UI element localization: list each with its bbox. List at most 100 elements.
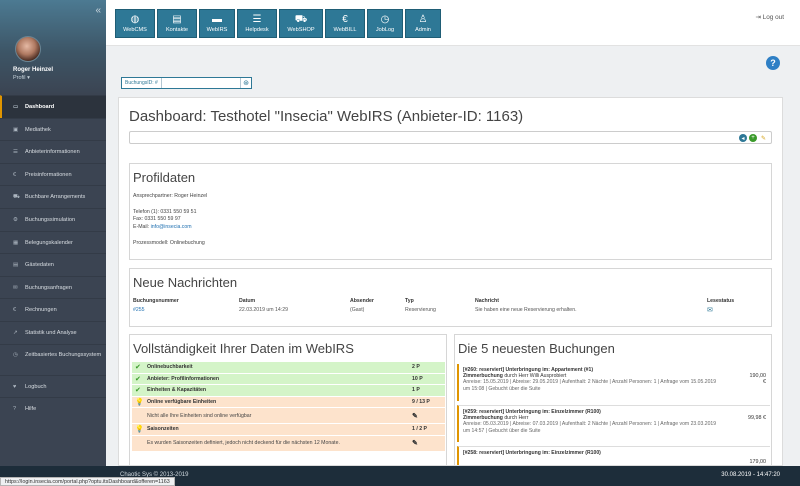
table-icon: ▤ <box>13 262 19 269</box>
bookings-title: Die 5 neuesten Buchungen <box>458 341 615 356</box>
list-item-value: 10 P <box>412 375 423 382</box>
user-icon: ♙ <box>418 13 428 25</box>
check-icon: ✔ <box>135 375 141 383</box>
sidebar-item-label: Buchbare Arrangements <box>25 194 86 201</box>
dashboard-main: Dashboard: Testhotel "Insecia" WebIRS (A… <box>118 97 783 466</box>
caret-down-icon: ▾ <box>27 75 30 81</box>
sidebar-item-anbieterinformationen[interactable]: ☰ Anbieterinformationen <box>0 140 106 163</box>
module-webcms-button[interactable]: ◍ WebCMS <box>115 9 155 38</box>
logout-link[interactable]: ⇥ Log out <box>756 13 784 21</box>
profile-email-link[interactable]: info@insecia.com <box>151 224 192 230</box>
module-admin-button[interactable]: ♙ Admin <box>405 9 441 38</box>
euro-icon: € <box>13 307 17 314</box>
message-text: Sie haben eine neue Reservierung erhalte… <box>475 307 577 313</box>
profile-label: Profil <box>13 75 26 81</box>
gear-icon: ⚙ <box>13 216 18 223</box>
bed-icon: ▬ <box>212 13 222 25</box>
booking-search-input[interactable] <box>161 78 240 88</box>
table-row[interactable]: #255 22.03.2019 um 14:29 (Gast) Reservie… <box>133 306 770 314</box>
sidebar-header: « Roger Heinzel Profil ▾ <box>0 0 106 95</box>
messages-title: Neue Nachrichten <box>133 275 238 290</box>
list-item-label: Onlinebuchbarkeit <box>147 364 193 371</box>
sidebar-item-buchungssimulation[interactable]: ⚙ Buchungssimulation <box>0 207 106 231</box>
sidebar-item-hilfe[interactable]: ? Hilfe <box>0 397 106 420</box>
search-go-icon[interactable]: ⊛ <box>240 78 251 88</box>
module-webirs-button[interactable]: ▬ WebIRS <box>199 9 235 38</box>
booking-title: [#258: reserviert] Unterbringung im: Ein… <box>463 450 601 456</box>
list-item-value: 1 / 2 P <box>412 426 427 433</box>
booking-price: 99,98 € <box>748 415 766 421</box>
lightbulb-icon: 💡 <box>135 398 144 406</box>
module-label: Kontakte <box>165 26 189 33</box>
cart-icon: ⛟ <box>13 194 20 201</box>
logout-icon: ⇥ <box>755 14 761 21</box>
list-item: ✔ Einheiten & Kapazitäten 1 P <box>132 385 445 397</box>
chat-icon: ✉ <box>13 284 18 291</box>
completeness-panel: Vollständigkeit Ihrer Daten im WebIRS ✔ O… <box>129 334 447 465</box>
sidebar-item-belegungskalender[interactable]: ▦ Belegungskalender <box>0 230 106 254</box>
lightbulb-icon: 💡 <box>135 426 144 434</box>
list-item-note: Nicht alle Ihre Einheiten sind online ve… <box>147 412 252 419</box>
list-item-label: Anbieter: Profilinformationen <box>147 375 220 382</box>
list-item: ✔ Onlinebuchbarkeit 2 P <box>132 362 445 374</box>
edit-icon[interactable]: ✎ <box>759 134 768 142</box>
module-bar: ◍ WebCMS ▤ Kontakte ▬ WebIRS ☰ Helpdesk ⛟ Web… <box>115 9 441 38</box>
check-icon: ✔ <box>135 364 141 372</box>
sidebar-item-mediathek[interactable]: ▣ Mediathek <box>0 117 106 141</box>
pencil-icon[interactable]: ✎ <box>412 412 442 420</box>
booking-item[interactable]: [#258: reserviert] Unterbringung im: Ein… <box>457 446 770 465</box>
sidebar-item-label: Belegungskalender <box>25 239 73 246</box>
sidebar-item-preisinformationen[interactable]: € Preisinformationen <box>0 162 106 186</box>
sidebar-item-label: Mediathek <box>25 126 51 133</box>
sidebar-item-label: Preisinformationen <box>25 171 72 178</box>
sidebar-item-buchungsanfragen[interactable]: ✉ Buchungsanfragen <box>0 275 106 299</box>
list-item: 💡 Saisonzeiten 1 / 2 P <box>132 424 445 436</box>
monitor-icon: ▭ <box>13 104 19 110</box>
module-label: WebBILL <box>333 26 357 33</box>
help-button[interactable]: ? <box>766 56 780 70</box>
sidebar-item-gaestedaten[interactable]: ▤ Gästedaten <box>0 253 106 276</box>
module-webbill-button[interactable]: € WebBILL <box>325 9 365 38</box>
messages-table: Buchungsnummer Datum Absender Typ Nachri… <box>133 298 770 314</box>
check-icon: ✔ <box>135 387 141 395</box>
add-icon[interactable]: + <box>749 134 757 142</box>
globe-icon: ◍ <box>130 13 140 25</box>
sidebar-item-arrangements[interactable]: ⛟ Buchbare Arrangements <box>0 185 106 208</box>
list-item: ✔ Anbieter: Profilinformationen 10 P <box>132 373 445 385</box>
sidebar-item-zeitbasiert[interactable]: ◷ Zeitbasiertes Buchungssystem <box>0 343 106 375</box>
column-header: Datum <box>239 298 256 304</box>
list-item-label: Online verfügbare Einheiten <box>147 398 217 405</box>
sidebar-item-label: Hilfe <box>25 406 37 413</box>
question-icon: ? <box>13 406 17 413</box>
double-chevron-left-icon[interactable]: « <box>95 5 101 16</box>
module-label: Admin <box>415 26 431 33</box>
booking-item[interactable]: [#259: reserviert] Unterbringung im: Ein… <box>457 405 770 442</box>
clock-icon: ◷ <box>13 351 18 358</box>
module-kontakte-button[interactable]: ▤ Kontakte <box>157 9 197 38</box>
info-icon[interactable]: ◂ <box>739 134 747 142</box>
sidebar-item-label: Zeitbasiertes Buchungssystem <box>25 351 102 358</box>
module-joblog-button[interactable]: ◷ JobLog <box>367 9 403 38</box>
sidebar-item-label: Rechnungen <box>25 307 57 314</box>
cart-icon: ⛟ <box>294 13 308 25</box>
envelope-icon[interactable]: ✉ <box>707 307 713 314</box>
sidebar-item-logbuch[interactable]: ♥ Logbuch <box>0 374 106 398</box>
pencil-icon[interactable]: ✎ <box>412 439 442 447</box>
dashboard-toolbar: ◂ + ✎ <box>129 131 772 144</box>
booking-item[interactable]: [#260: reserviert] Unterbringung im: App… <box>457 364 770 401</box>
sidebar-item-dashboard[interactable]: ▭ Dashboard <box>0 95 106 118</box>
profile-email-label: E-Mail: <box>133 224 150 231</box>
message-booking-link[interactable]: #255 <box>133 307 145 313</box>
avatar[interactable] <box>15 36 41 62</box>
profile-menu[interactable]: Profil ▾ <box>13 75 30 81</box>
table-header-row: Buchungsnummer Datum Absender Typ Nachri… <box>133 298 770 306</box>
list-item-note: Es wurden Saisonzeiten definiert, jedoch… <box>147 440 340 446</box>
sidebar-nav: ▭ Dashboard ▣ Mediathek ☰ Anbieterinformati… <box>0 95 106 420</box>
module-webshop-button[interactable]: ⛟ WebSHOP <box>279 9 323 38</box>
module-label: JobLog <box>375 26 395 33</box>
module-helpdesk-button[interactable]: ☰ Helpdesk <box>237 9 277 38</box>
bookings-panel: Die 5 neuesten Buchungen [#260: reservie… <box>454 334 772 465</box>
sidebar-item-rechnungen[interactable]: € Rechnungen <box>0 298 106 321</box>
module-label: Helpdesk <box>245 26 269 33</box>
sidebar-item-statistik[interactable]: ↗ Statistik und Analyse <box>0 320 106 344</box>
